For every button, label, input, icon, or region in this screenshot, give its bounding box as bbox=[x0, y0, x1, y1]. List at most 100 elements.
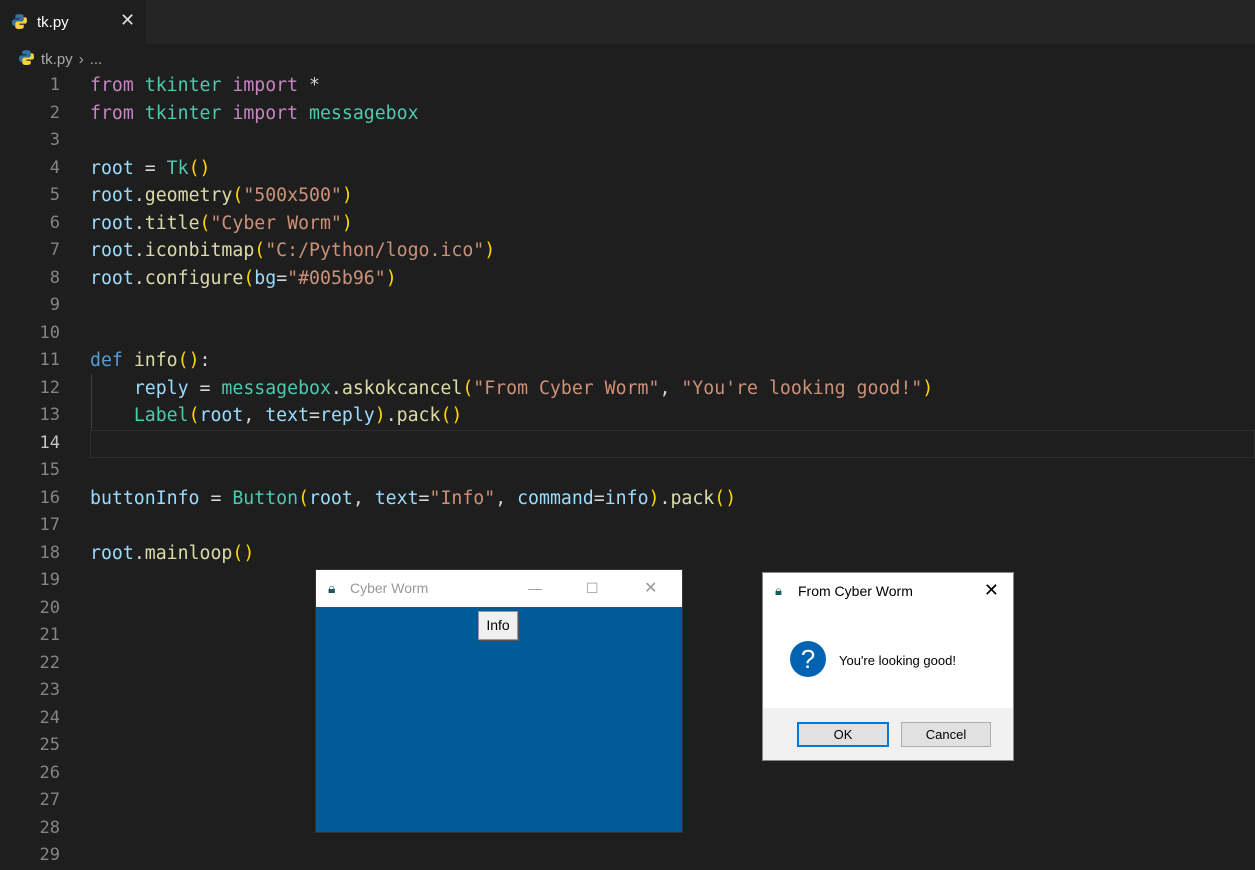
code-line[interactable] bbox=[90, 430, 933, 458]
code-token: import bbox=[232, 102, 299, 124]
code-token: ) bbox=[341, 212, 353, 234]
tab-bar: tk.py ✕ bbox=[0, 0, 1255, 44]
ok-button[interactable]: OK bbox=[797, 722, 889, 747]
line-number: 22 bbox=[39, 652, 60, 673]
code-token: pack bbox=[396, 405, 441, 426]
code-token: root bbox=[90, 212, 134, 234]
tk-window-titlebar[interactable]: 🔒︎ Cyber Worm — ☐ ✕ bbox=[316, 570, 682, 607]
code-line[interactable] bbox=[90, 512, 933, 540]
code-token: : bbox=[199, 350, 211, 371]
line-number: 27 bbox=[39, 790, 60, 810]
code-line[interactable]: buttonInfo = Button(root, text="Info", c… bbox=[90, 485, 933, 513]
code-line[interactable]: root = Tk() bbox=[90, 155, 933, 183]
code-token: . bbox=[133, 240, 145, 261]
code-token: ) bbox=[341, 185, 353, 206]
code-token: title bbox=[144, 212, 200, 234]
code-token: () bbox=[714, 487, 737, 509]
lock-icon: 🔒︎ bbox=[775, 583, 782, 598]
close-button[interactable]: ✕ bbox=[644, 578, 657, 598]
tab-label: tk.py bbox=[37, 14, 69, 31]
code-token: "500x500" bbox=[243, 185, 342, 206]
close-icon[interactable]: ✕ bbox=[120, 10, 135, 31]
code-token: root bbox=[90, 240, 134, 261]
dialog-title: From Cyber Worm bbox=[798, 583, 913, 599]
line-number: 7 bbox=[49, 240, 60, 260]
code-line[interactable] bbox=[90, 127, 933, 155]
chevron-right-icon: › bbox=[78, 51, 84, 68]
line-number: 29 bbox=[39, 845, 60, 865]
code-token: "C:/Python/logo.ico" bbox=[265, 240, 485, 261]
line-number: 3 bbox=[49, 130, 60, 150]
code-token: Tk bbox=[166, 157, 189, 179]
python-icon bbox=[18, 49, 35, 70]
code-token: , bbox=[243, 405, 266, 426]
code-token: bg bbox=[254, 267, 277, 289]
code-token: messagebox bbox=[309, 102, 419, 124]
code-token: configure bbox=[144, 267, 244, 289]
code-line[interactable]: from tkinter import messagebox bbox=[90, 100, 933, 128]
code-line[interactable]: def info(): bbox=[90, 347, 933, 375]
tk-window: 🔒︎ Cyber Worm — ☐ ✕ Info bbox=[315, 569, 683, 833]
code-token: messagebox bbox=[221, 377, 331, 399]
code-token: . bbox=[133, 542, 145, 564]
code-line[interactable] bbox=[90, 292, 933, 320]
code-line[interactable]: reply = messagebox.askokcancel("From Cyb… bbox=[90, 375, 933, 403]
cancel-button[interactable]: Cancel bbox=[901, 722, 991, 747]
line-number: 15 bbox=[39, 460, 60, 480]
code-token: , bbox=[659, 377, 682, 399]
code-token: iconbitmap bbox=[144, 240, 255, 261]
line-number: 21 bbox=[39, 625, 60, 645]
code-token: mainloop bbox=[144, 542, 233, 564]
code-token: = bbox=[188, 377, 222, 399]
code-token: ) bbox=[922, 377, 934, 399]
info-button[interactable]: Info bbox=[478, 611, 518, 640]
code-token: text bbox=[265, 405, 310, 426]
tab-tk-py[interactable]: tk.py ✕ bbox=[0, 0, 146, 44]
code-line[interactable] bbox=[90, 842, 933, 870]
minimize-button[interactable]: — bbox=[528, 580, 542, 596]
line-number: 18 bbox=[39, 542, 60, 563]
code-token: from bbox=[90, 102, 134, 124]
line-number: 25 bbox=[39, 735, 60, 755]
code-token: = bbox=[133, 157, 167, 179]
code-token: . bbox=[385, 405, 397, 426]
line-number: 14 bbox=[39, 432, 60, 453]
code-token: tkinter bbox=[144, 75, 222, 96]
code-token: import bbox=[232, 75, 299, 96]
code-line[interactable]: Label(root, text=reply).pack() bbox=[90, 402, 933, 430]
code-token: "You're looking good!" bbox=[681, 377, 923, 399]
line-number: 23 bbox=[39, 680, 60, 700]
code-line[interactable] bbox=[90, 457, 933, 485]
code-line[interactable] bbox=[90, 320, 933, 348]
close-button[interactable]: ✕ bbox=[984, 580, 999, 601]
code-token: pack bbox=[670, 487, 715, 509]
maximize-button[interactable]: ☐ bbox=[586, 580, 599, 597]
line-number: 4 bbox=[49, 157, 60, 178]
code-token: geometry bbox=[144, 185, 233, 206]
code-line[interactable]: root.geometry("500x500") bbox=[90, 182, 933, 210]
line-number: 8 bbox=[49, 267, 60, 288]
code-line[interactable]: root.title("Cyber Worm") bbox=[90, 210, 933, 238]
code-line[interactable]: root.configure(bg="#005b96") bbox=[90, 265, 933, 293]
code-token: info bbox=[604, 487, 649, 509]
code-token: from bbox=[90, 75, 134, 96]
line-number: 1 bbox=[49, 75, 60, 95]
code-line[interactable]: root.iconbitmap("C:/Python/logo.ico") bbox=[90, 237, 933, 265]
code-token: "Cyber Worm" bbox=[210, 212, 342, 234]
code-token: "Info" bbox=[429, 487, 496, 509]
code-token: * bbox=[298, 75, 320, 96]
code-token: ( bbox=[199, 212, 211, 234]
code-token: def bbox=[90, 350, 123, 371]
breadcrumb-file[interactable]: tk.py bbox=[41, 51, 73, 68]
code-token: tkinter bbox=[144, 102, 222, 124]
line-numbers: 1 2 3 4 5 6 7 8 9 10 11 12 13 14 15 16 17 18 19 20 21 22 23 24 2… bbox=[0, 72, 60, 870]
breadcrumb-rest[interactable]: ... bbox=[90, 51, 103, 68]
code-line[interactable]: from tkinter import * bbox=[90, 72, 933, 100]
code-token: ( bbox=[188, 405, 200, 426]
code-token: () bbox=[188, 157, 211, 179]
code-line[interactable]: root.mainloop() bbox=[90, 540, 933, 568]
code-token: "#005b96" bbox=[287, 267, 386, 289]
